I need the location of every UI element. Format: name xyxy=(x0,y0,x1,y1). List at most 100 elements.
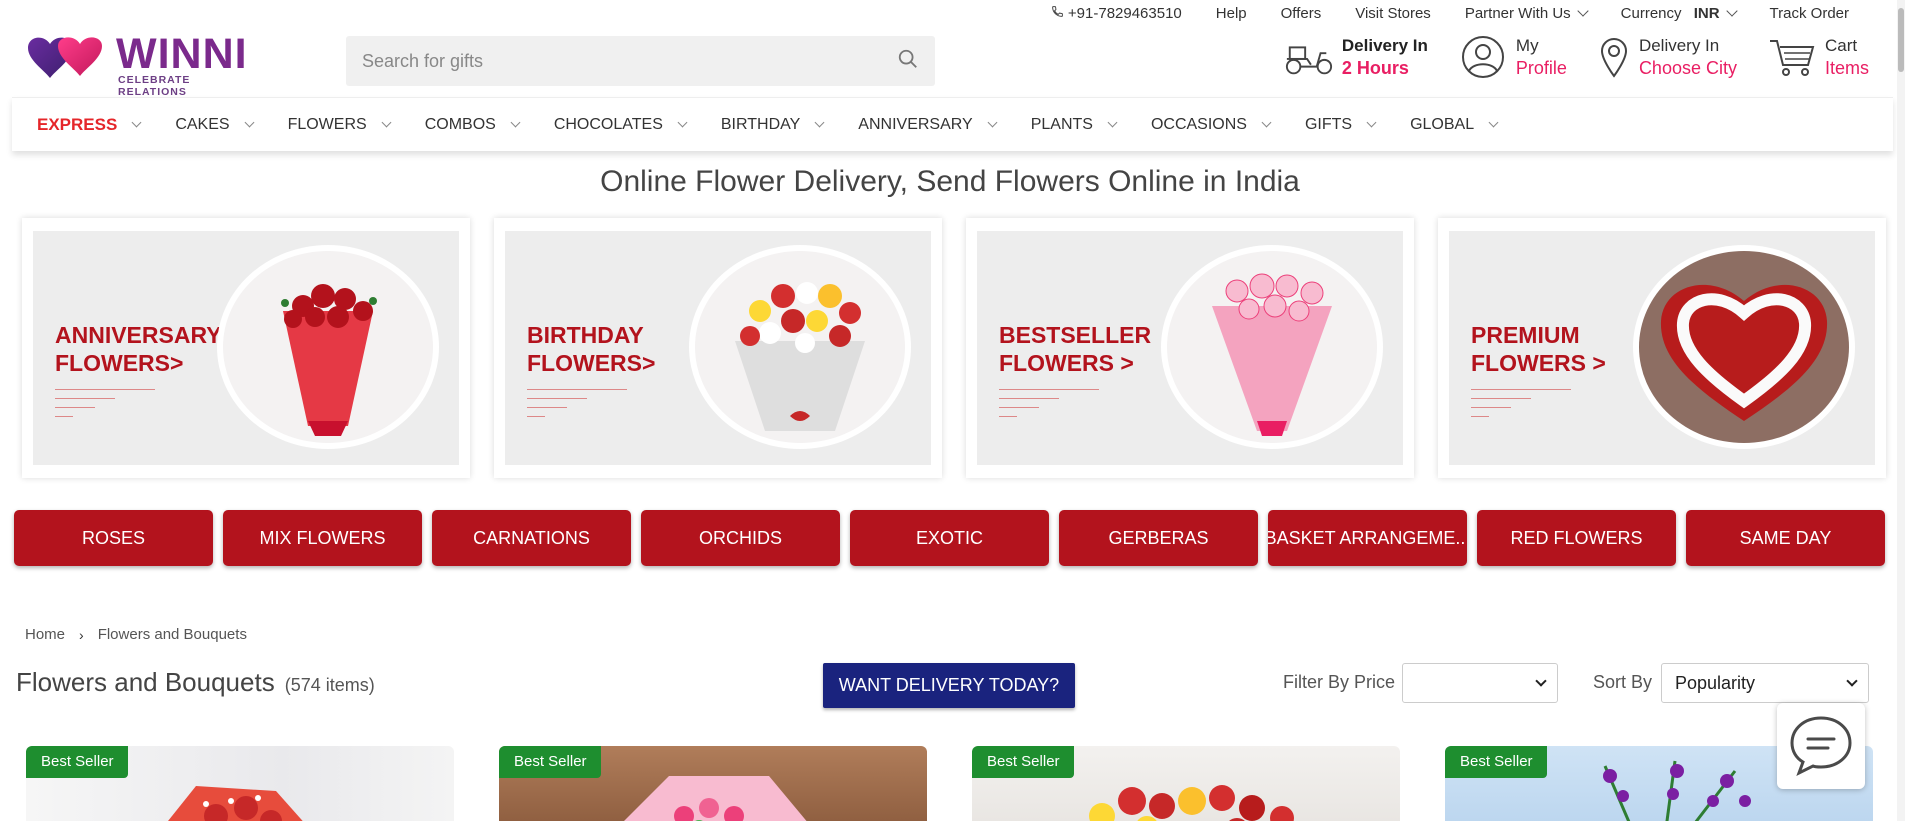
nav-item-birthday[interactable]: BIRTHDAY xyxy=(696,116,833,134)
chevron-down-icon xyxy=(244,117,255,128)
search-icon[interactable] xyxy=(897,48,919,75)
pill-carnations[interactable]: CARNATIONS xyxy=(432,510,631,566)
chevron-down-icon xyxy=(1725,4,1738,17)
scrollbar-thumb[interactable] xyxy=(1898,8,1904,72)
pill-roses[interactable]: ROSES xyxy=(14,510,213,566)
product-grid: Best Seller Best Seller Best Seller Best… xyxy=(26,746,1873,821)
breadcrumb: Home › Flowers and Bouquets xyxy=(25,626,247,643)
nav-item-combos[interactable]: COMBOS xyxy=(400,116,529,134)
pill-exotic[interactable]: EXOTIC xyxy=(850,510,1049,566)
chevron-down-icon xyxy=(131,117,142,128)
top-utility-bar: +91-7829463510 Help Offers Visit Stores … xyxy=(1051,0,1905,26)
chevron-down-icon xyxy=(987,117,998,128)
best-seller-badge: Best Seller xyxy=(499,746,601,778)
best-seller-badge: Best Seller xyxy=(1445,746,1547,778)
pill-gerberas[interactable]: GERBERAS xyxy=(1059,510,1258,566)
nav-item-chocolates[interactable]: CHOCOLATES xyxy=(529,116,696,134)
bouquet-image xyxy=(1633,245,1855,449)
chevron-down-icon xyxy=(1488,117,1499,128)
pill-orchids[interactable]: ORCHIDS xyxy=(641,510,840,566)
chevron-down-icon xyxy=(1107,117,1118,128)
bouquet-image xyxy=(217,245,439,449)
nav-item-cakes[interactable]: CAKES xyxy=(150,116,262,134)
location-pin-icon xyxy=(1597,34,1631,80)
want-delivery-today-button[interactable]: WANT DELIVERY TODAY? xyxy=(823,663,1075,708)
category-card-birthday[interactable]: BIRTHDAY FLOWERS> xyxy=(494,218,942,478)
breadcrumb-home[interactable]: Home xyxy=(25,626,65,643)
pill-basket-arrangements[interactable]: BASKET ARRANGEME... xyxy=(1268,510,1467,566)
partner-dropdown[interactable]: Partner With Us xyxy=(1465,4,1589,22)
chevron-down-icon xyxy=(510,117,521,128)
main-nav: EXPRESS CAKES FLOWERS COMBOS CHOCOLATES … xyxy=(12,97,1893,151)
phone-link[interactable]: +91-7829463510 xyxy=(1051,5,1182,22)
filter-price-select[interactable] xyxy=(1402,663,1558,703)
hearts-logo-icon xyxy=(28,37,102,78)
profile-link[interactable]: My Profile xyxy=(1458,34,1567,80)
search-bar xyxy=(346,36,935,86)
page-scrollbar[interactable] xyxy=(1897,0,1905,821)
winni-logo[interactable]: WINNI CELEBRATE RELATIONS xyxy=(24,30,254,98)
chevron-down-icon xyxy=(1535,675,1547,687)
product-card[interactable]: Best Seller xyxy=(26,746,454,821)
chevron-down-icon xyxy=(381,117,392,128)
nav-item-flowers[interactable]: FLOWERS xyxy=(263,116,400,134)
filter-price-label: Filter By Price xyxy=(1283,672,1396,692)
bouquet-image xyxy=(689,245,911,449)
pill-same-day[interactable]: SAME DAY xyxy=(1686,510,1885,566)
category-card-anniversary[interactable]: ANNIVERSARY FLOWERS> xyxy=(22,218,470,478)
best-seller-badge: Best Seller xyxy=(26,746,128,778)
item-count: (574 items) xyxy=(284,675,375,695)
sort-by-select[interactable]: Popularity xyxy=(1661,663,1869,703)
page-title: Online Flower Delivery, Send Flowers Onl… xyxy=(600,165,1300,198)
nav-item-occasions[interactable]: OCCASIONS xyxy=(1126,116,1280,134)
chevron-down-icon xyxy=(814,117,825,128)
chevron-down-icon xyxy=(1366,117,1377,128)
nav-item-global[interactable]: GLOBAL xyxy=(1385,116,1507,134)
search-input[interactable] xyxy=(362,50,897,72)
cart-link[interactable]: Cart Items xyxy=(1767,34,1869,80)
decorative-lines xyxy=(527,389,627,425)
visit-stores-link[interactable]: Visit Stores xyxy=(1355,5,1431,22)
choose-city-link[interactable]: Delivery In Choose City xyxy=(1597,34,1737,80)
chat-widget-button[interactable] xyxy=(1777,703,1865,789)
chevron-down-icon xyxy=(1577,4,1589,17)
brand-tagline: CELEBRATE RELATIONS xyxy=(118,74,191,98)
brand-name: WINNI xyxy=(116,30,248,78)
chevron-down-icon xyxy=(1846,675,1858,687)
product-card[interactable]: Best Seller xyxy=(972,746,1400,821)
nav-item-gifts[interactable]: GIFTS xyxy=(1280,116,1385,134)
sort-by-label: Sort By xyxy=(1593,672,1653,692)
cart-icon xyxy=(1767,34,1817,80)
nav-item-anniversary[interactable]: ANNIVERSARY xyxy=(833,116,1005,134)
header-links: Delivery In 2 Hours My Profile Delivery … xyxy=(1254,34,1869,80)
scooter-icon xyxy=(1284,34,1334,80)
nav-item-plants[interactable]: PLANTS xyxy=(1006,116,1126,134)
subcategory-pills: ROSES MIX FLOWERS CARNATIONS ORCHIDS EXO… xyxy=(14,510,1885,566)
nav-item-express[interactable]: EXPRESS xyxy=(12,115,150,135)
product-card[interactable]: Best Seller xyxy=(499,746,927,821)
pill-red-flowers[interactable]: RED FLOWERS xyxy=(1477,510,1676,566)
category-cards: ANNIVERSARY FLOWERS> BIRTHDAY FLOWERS> B… xyxy=(22,218,1886,478)
chevron-right-icon: › xyxy=(79,626,84,643)
chevron-down-icon xyxy=(677,117,688,128)
bouquet-image xyxy=(1161,245,1383,449)
delivery-time-link[interactable]: Delivery In 2 Hours xyxy=(1284,34,1428,80)
chevron-down-icon xyxy=(1261,117,1272,128)
user-icon xyxy=(1458,34,1508,80)
chat-bubble-icon xyxy=(1790,716,1852,777)
currency-dropdown[interactable]: Currency INR xyxy=(1621,4,1738,22)
phone-icon xyxy=(1051,5,1064,22)
phone-number: +91-7829463510 xyxy=(1067,4,1182,22)
best-seller-badge: Best Seller xyxy=(972,746,1074,778)
offers-link[interactable]: Offers xyxy=(1281,5,1322,22)
decorative-lines xyxy=(55,389,155,425)
category-card-premium[interactable]: PREMIUM FLOWERS > xyxy=(1438,218,1886,478)
breadcrumb-current: Flowers and Bouquets xyxy=(97,626,247,643)
decorative-lines xyxy=(1471,389,1571,425)
decorative-lines xyxy=(999,389,1099,425)
help-link[interactable]: Help xyxy=(1216,5,1247,22)
track-order-link[interactable]: Track Order xyxy=(1770,5,1849,22)
category-card-bestseller[interactable]: BESTSELLER FLOWERS > xyxy=(966,218,1414,478)
listing-title: Flowers and Bouquets (574 items) xyxy=(16,667,375,697)
pill-mix-flowers[interactable]: MIX FLOWERS xyxy=(223,510,422,566)
